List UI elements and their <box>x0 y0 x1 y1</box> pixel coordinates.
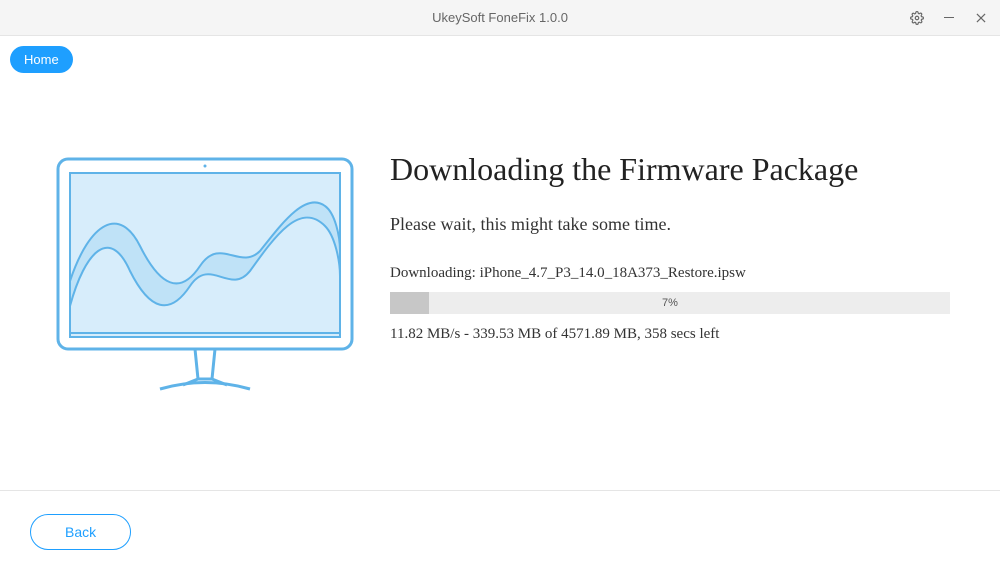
back-button-label: Back <box>65 524 96 540</box>
page-subheading: Please wait, this might take some time. <box>390 214 950 235</box>
titlebar: UkeySoft FoneFix 1.0.0 <box>0 0 1000 36</box>
back-button[interactable]: Back <box>30 514 131 550</box>
home-tab[interactable]: Home <box>10 46 73 73</box>
home-tab-label: Home <box>24 52 59 67</box>
main-content: Downloading the Firmware Package Please … <box>0 36 1000 490</box>
close-icon[interactable] <box>974 11 988 25</box>
downloading-filename: Downloading: iPhone_4.7_P3_14.0_18A373_R… <box>390 265 950 282</box>
progress-percent-label: 7% <box>390 292 950 314</box>
minimize-icon[interactable] <box>942 11 956 25</box>
app-title: UkeySoft FoneFix 1.0.0 <box>432 10 568 25</box>
progress-bar: 7% <box>390 292 950 314</box>
settings-icon[interactable] <box>910 11 924 25</box>
monitor-illustration <box>50 151 360 401</box>
content-column: Downloading the Firmware Package Please … <box>390 111 980 470</box>
page-heading: Downloading the Firmware Package <box>390 151 950 188</box>
illustration-column <box>20 111 390 470</box>
download-stats: 11.82 MB/s - 339.53 MB of 4571.89 MB, 35… <box>390 326 950 343</box>
footer: Back <box>0 490 1000 572</box>
window-controls <box>910 11 988 25</box>
